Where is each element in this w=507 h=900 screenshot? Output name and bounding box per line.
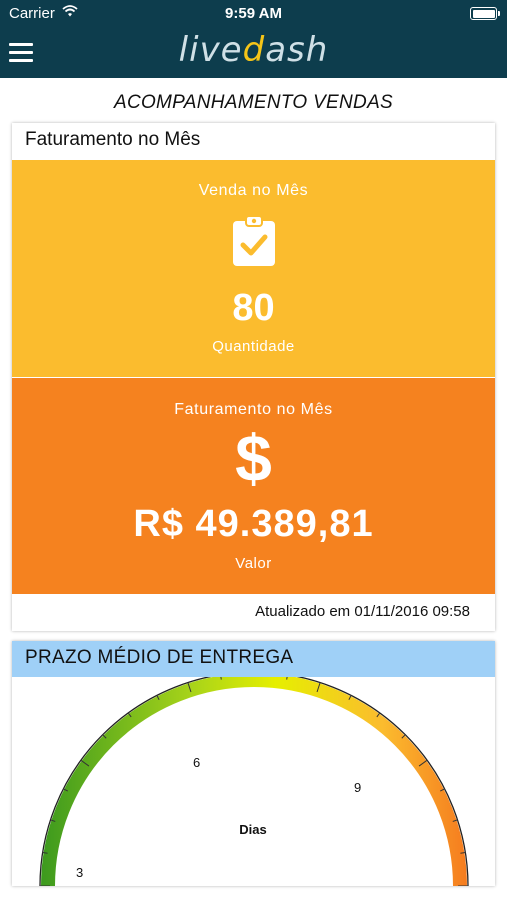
dashboard-page[interactable]: ACOMPANHAMENTO VENDAS Faturamento no Mês… xyxy=(0,78,507,900)
nav-bar: livedash xyxy=(0,28,507,78)
delivery-card: PRAZO MÉDIO DE ENTREGA 3 6 9 Dias xyxy=(12,641,495,886)
revenue-tile[interactable]: Faturamento no Mês $ R$ 49.389,81 Valor xyxy=(12,378,495,594)
billing-card-title: Faturamento no Mês xyxy=(25,129,201,150)
revenue-value: R$ 49.389,81 xyxy=(133,503,374,545)
logo-text-accent: d xyxy=(242,30,266,70)
gauge-arc xyxy=(41,673,467,886)
gauge-tick-label: 9 xyxy=(354,780,361,795)
battery-icon xyxy=(470,7,500,20)
billing-card: Faturamento no Mês Venda no Mês 80 Quant… xyxy=(12,123,495,631)
clipboard-check-icon xyxy=(12,215,495,272)
page-title: ACOMPANHAMENTO VENDAS xyxy=(113,92,394,113)
last-updated-text: Atualizado em 01/11/2016 09:58 xyxy=(255,603,470,620)
gauge-outline xyxy=(39,671,469,886)
revenue-value-label: Valor xyxy=(235,555,272,572)
clock-time: 9:59 AM xyxy=(225,5,282,22)
sales-tile-label: Venda no Mês xyxy=(198,182,309,199)
gauge-ticks xyxy=(40,672,468,886)
sales-tile[interactable]: Venda no Mês 80 Quantidade xyxy=(12,160,495,377)
status-bar: Carrier 9:59 AM xyxy=(0,0,507,28)
sales-count-value: 80 xyxy=(232,287,275,329)
revenue-tile-label: Faturamento no Mês xyxy=(174,401,333,418)
delivery-card-title: PRAZO MÉDIO DE ENTREGA xyxy=(12,641,495,677)
sales-count-label: Quantidade xyxy=(212,338,295,355)
app-logo: livedash xyxy=(0,30,507,70)
gauge-unit-label: Dias xyxy=(239,822,266,837)
gauge-tick-label: 3 xyxy=(76,865,83,880)
logo-text-right: ash xyxy=(265,30,329,70)
gauge-tick-label: 6 xyxy=(193,755,200,770)
dollar-icon: $ xyxy=(235,421,272,495)
delivery-gauge: 3 6 9 Dias xyxy=(12,671,495,886)
logo-text-left: live xyxy=(178,30,243,70)
